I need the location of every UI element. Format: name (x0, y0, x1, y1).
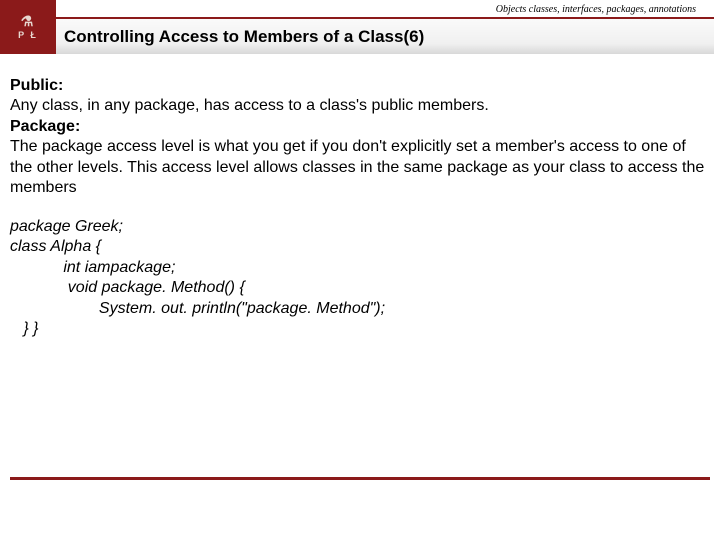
slide-title: Controlling Access to Members of a Class… (64, 27, 424, 47)
package-text: The package access level is what you get… (10, 138, 704, 196)
code-line-3: int iampackage; (10, 259, 175, 276)
code-line-4: void package. Method() { (10, 279, 245, 296)
breadcrumb: Objects classes, interfaces, packages, a… (56, 0, 720, 17)
definitions-paragraph: Public: Any class, in any package, has a… (10, 76, 710, 199)
code-line-5: System. out. println("package. Method"); (10, 300, 385, 317)
code-line-1: package Greek; (10, 218, 123, 235)
logo-letters: P Ł (18, 30, 38, 40)
header-right: Objects classes, interfaces, packages, a… (56, 0, 720, 54)
code-example: package Greek; class Alpha { int iampack… (10, 217, 710, 340)
public-label: Public: (10, 77, 63, 94)
code-line-2: class Alpha { (10, 238, 101, 255)
institution-logo: ⚗ P Ł (0, 0, 56, 54)
header: ⚗ P Ł Objects classes, interfaces, packa… (0, 0, 720, 54)
slide: ⚗ P Ł Objects classes, interfaces, packa… (0, 0, 720, 540)
code-line-6: } } (10, 320, 38, 337)
logo-text: ⚗ P Ł (18, 13, 38, 41)
title-bar: Controlling Access to Members of a Class… (56, 19, 714, 54)
content-area: Public: Any class, in any package, has a… (0, 54, 720, 340)
public-text: Any class, in any package, has access to… (10, 97, 489, 114)
package-label: Package: (10, 118, 80, 135)
logo-symbol: ⚗ (18, 13, 38, 30)
footer-divider (10, 477, 710, 480)
